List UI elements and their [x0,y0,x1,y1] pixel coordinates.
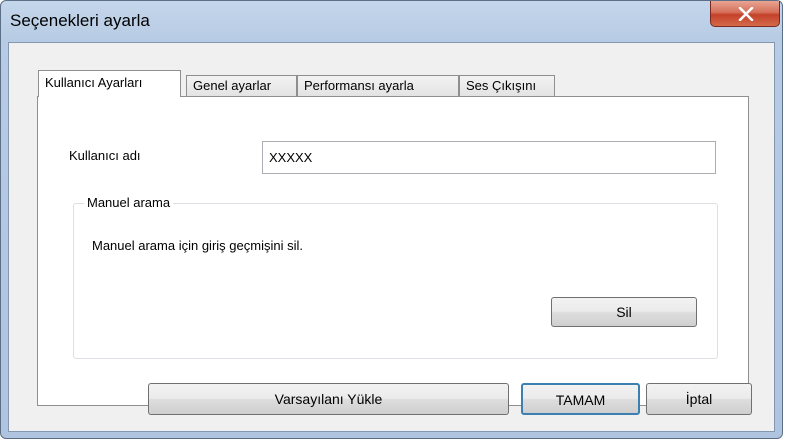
close-icon [738,7,754,21]
window-title: Seçenekleri ayarla [10,11,150,30]
delete-history-button[interactable]: Sil [551,297,697,327]
tab-panel-user-settings: Kullanıcı adı Manuel arama Manuel arama … [37,96,749,406]
tab-general-settings[interactable]: Genel ayarlar [186,75,297,96]
close-button[interactable] [710,1,780,27]
tab-label: Performansı ayarla [304,78,414,93]
manual-search-title: Manuel arama [84,195,174,210]
cancel-button[interactable]: İptal [646,383,752,415]
tab-user-settings[interactable]: Kullanıcı Ayarları [38,70,181,97]
tab-performance[interactable]: Performansı ayarla [297,75,459,96]
username-input[interactable] [262,141,716,174]
tab-label: Ses Çıkışını [466,78,537,93]
tab-label: Genel ayarlar [193,78,272,93]
tab-audio-output[interactable]: Ses Çıkışını [459,75,555,96]
ok-button[interactable]: TAMAM [521,383,640,415]
title-bar[interactable]: Seçenekleri ayarla [1,1,782,43]
tab-label: Kullanıcı Ayarları [45,75,143,90]
manual-search-group: Manuel arama Manuel arama için giriş geç… [73,195,718,359]
load-defaults-button[interactable]: Varsayılanı Yükle [148,383,509,415]
manual-search-description: Manuel arama için giriş geçmişini sil. [92,238,303,253]
username-label: Kullanıcı adı [69,148,141,163]
